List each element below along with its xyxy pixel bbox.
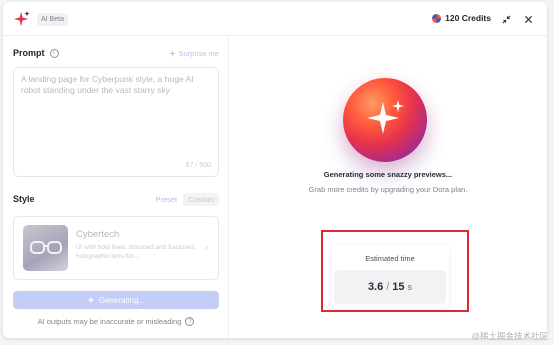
tab-custom[interactable]: Custom: [183, 192, 219, 206]
style-preset-card[interactable]: Cybertech UI with bold lines, distorted …: [13, 216, 219, 280]
style-title: Cybertech: [76, 229, 120, 240]
surprise-me-label: Surprise me: [178, 48, 219, 58]
disclaimer-text: AI outputs may be inaccurate or misleadi…: [37, 317, 182, 326]
ai-orb-image: [343, 78, 427, 162]
prompt-panel: Prompt i Surprise me A landing page for …: [3, 36, 229, 338]
question-icon[interactable]: ?: [185, 317, 195, 326]
style-header: Style Preset Custom: [13, 192, 219, 206]
red-highlight-box: [321, 230, 469, 312]
close-button[interactable]: [521, 12, 535, 26]
credits-icon: [432, 13, 442, 23]
disclaimer: AI outputs may be inaccurate or misleadi…: [3, 317, 229, 326]
collapse-arrows-icon: [502, 15, 510, 23]
chevron-right-icon: ›: [204, 242, 208, 253]
prompt-header: Prompt i Surprise me: [13, 46, 219, 60]
generating-title: Generating some snazzy previews...: [323, 170, 453, 179]
info-icon[interactable]: i: [49, 48, 59, 58]
beta-badge: AI Beta: [37, 13, 68, 26]
tab-preset[interactable]: Preset: [151, 193, 181, 206]
style-mode-tabs: Preset Custom: [151, 192, 219, 206]
watermark: @稀土掘金技术社区: [471, 331, 548, 341]
char-count: 87 / 500: [185, 162, 211, 169]
vr-goggles-icon: [29, 241, 62, 254]
loading-spinner-icon: [86, 296, 95, 304]
surprise-me-button[interactable]: Surprise me: [168, 48, 219, 58]
style-thumbnail: [23, 225, 68, 271]
generate-button-label: Generating...: [98, 295, 146, 305]
credits-label: 120 Credits: [445, 13, 491, 23]
style-label: Style: [13, 194, 35, 204]
collapse-button[interactable]: [499, 12, 513, 26]
prompt-textarea[interactable]: A landing page for Cyberpunk style, a hu…: [13, 67, 219, 177]
prompt-placeholder: A landing page for Cyberpunk style, a hu…: [21, 74, 194, 95]
prompt-label: Prompt: [13, 48, 45, 58]
credits-indicator[interactable]: 120 Credits: [432, 13, 491, 23]
dialog-header: AI Beta 120 Credits: [3, 2, 547, 36]
style-description: UI with bold lines, distorted and fractu…: [76, 244, 196, 260]
upgrade-hint: Grab more credits by upgrading your Dora…: [308, 185, 468, 194]
generate-button[interactable]: Generating...: [13, 291, 219, 309]
close-icon: [524, 15, 532, 23]
sparkle-icon: [367, 100, 404, 134]
sparkle-logo-icon: [13, 10, 30, 27]
sparkle-icon: [168, 49, 176, 57]
